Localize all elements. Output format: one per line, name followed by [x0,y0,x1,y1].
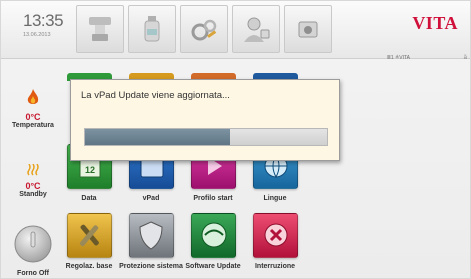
update-progress-bar [84,128,328,146]
svg-text:12: 12 [85,165,95,175]
top-bar: 13:35 13.06.2013 VITA [1,1,470,59]
languages-tile-label: Lingue [263,195,287,202]
vita-logo: VITA [412,13,458,33]
shield-icon [139,221,163,250]
globe-update-icon [201,222,227,248]
update-progress-fill [85,129,231,145]
power-knob-icon [14,225,52,263]
temperature-label: Temperatura [12,122,54,129]
flame-icon [27,89,39,104]
top-menu [76,5,332,53]
power-label: Forno Off [17,270,49,277]
interruption-tile-label: Interruzione [254,263,296,270]
camera-icon[interactable] [284,5,332,53]
tools-gear-icon[interactable] [180,5,228,53]
user-headset-icon[interactable] [232,5,280,53]
wrench-icon [79,224,99,247]
bottle-icon[interactable] [128,5,176,53]
clock: 13:35 13.06.2013 [23,11,64,38]
interruption-tile[interactable] [253,213,298,258]
standby-widget[interactable]: 0°C Standby [1,163,65,198]
heat-waves-icon [27,163,39,176]
status-indicator: ≣1 ≜VITA [386,55,410,61]
status-mark: ä [463,55,467,61]
base-settings-tile[interactable] [67,213,112,258]
close-icon [264,223,288,247]
temperature-value: 0°C [25,112,41,122]
clock-time: 13:35 [23,11,64,30]
temperature-widget[interactable]: 0°C Temperatura [1,89,65,129]
furnace-icon[interactable] [76,5,124,53]
system-protection-tile[interactable] [129,213,174,258]
software-update-tile[interactable] [191,213,236,258]
update-message: La vPad Update viene aggiornata... [81,90,230,101]
clock-date: 13.06.2013 [23,32,51,38]
standby-value: 0°C [25,181,41,191]
update-dialog: La vPad Update viene aggiornata... [70,79,340,161]
left-panel: 0°C Temperatura 0°C Standby Forno Off [1,59,65,278]
device-screen: 13:35 13.06.2013 VITA ≣1 ≜VITA ä 0°C Tem… [0,0,471,279]
